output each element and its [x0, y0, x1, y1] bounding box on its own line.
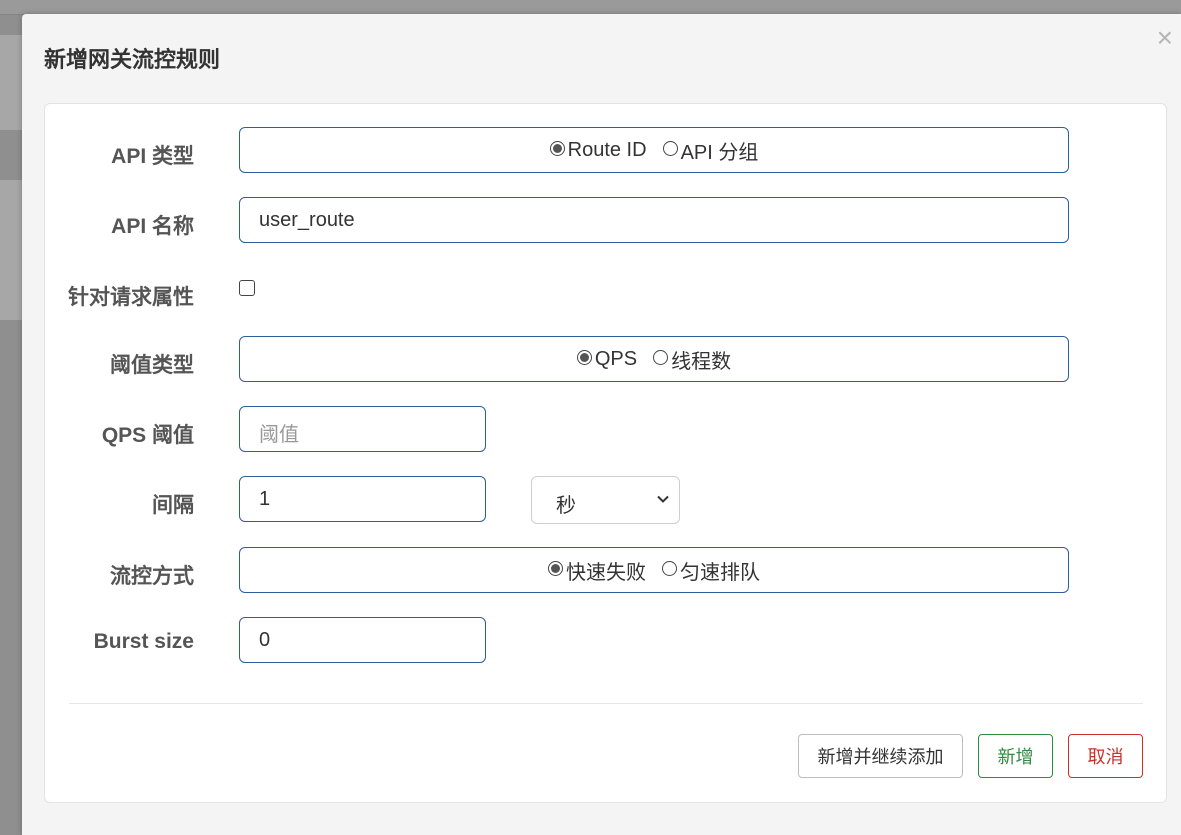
backdrop-strip [0, 35, 22, 130]
qps-threshold-placeholder: 阈值 [259, 424, 299, 446]
form-panel: API 类型 Route ID API 分组 API 名称 user_route… [44, 103, 1167, 803]
api-type-radio-box: Route ID API 分组 [239, 127, 1069, 173]
interval-unit-value: 秒 [556, 495, 576, 517]
api-type-row: API 类型 Route ID API 分组 [45, 127, 1166, 175]
burst-size-input[interactable]: 0 [239, 617, 486, 663]
burst-size-label: Burst size [93, 630, 194, 653]
backdrop-top-bar [0, 0, 1181, 15]
option-label: 快速失败 [566, 561, 646, 584]
cancel-button[interactable]: 取消 [1068, 734, 1143, 778]
add-button[interactable]: 新增 [978, 734, 1053, 778]
radio-checked-icon[interactable] [548, 560, 563, 576]
interval-unit-select[interactable]: 秒 [531, 476, 680, 524]
api-type-route-id-option[interactable]: Route ID [549, 138, 647, 162]
request-attr-row: 针对请求属性 [45, 268, 1166, 316]
qps-threshold-row: QPS 阈值 阈值 [45, 406, 1166, 454]
add-and-continue-button[interactable]: 新增并继续添加 [798, 734, 963, 778]
threshold-type-radio-box: QPS 线程数 [239, 336, 1069, 382]
option-label: Route ID [567, 138, 647, 161]
interval-label: 间隔 [152, 494, 194, 517]
api-type-label: API 类型 [111, 145, 194, 168]
option-label: API 分组 [680, 141, 759, 164]
option-label: 线程数 [671, 350, 732, 373]
request-attr-checkbox[interactable] [239, 280, 255, 296]
radio-checked-icon[interactable] [549, 140, 565, 156]
interval-row: 间隔 1 秒 [45, 476, 1166, 524]
chevron-down-icon [657, 495, 669, 503]
api-name-label: API 名称 [111, 215, 194, 238]
control-behavior-radio-box: 快速失败 匀速排队 [239, 547, 1069, 593]
control-behavior-fast-fail-option[interactable]: 快速失败 [548, 556, 646, 585]
api-name-value: user_route [259, 209, 355, 231]
threshold-type-label: 阈值类型 [110, 354, 194, 377]
radio-unchecked-icon[interactable] [662, 140, 678, 156]
dialog-title: 新增网关流控规则 [44, 47, 221, 72]
add-gateway-flow-rule-dialog: 新增网关流控规则 × API 类型 Route ID API 分组 API 名称… [22, 14, 1181, 835]
interval-value: 1 [259, 488, 271, 510]
control-behavior-queue-option[interactable]: 匀速排队 [662, 556, 760, 585]
radio-unchecked-icon[interactable] [662, 560, 677, 576]
qps-threshold-label: QPS 阈值 [101, 424, 194, 447]
control-behavior-label: 流控方式 [110, 565, 194, 588]
option-label: QPS [594, 347, 638, 370]
api-name-input[interactable]: user_route [239, 197, 1069, 243]
footer-divider [69, 703, 1143, 704]
option-label: 匀速排队 [680, 561, 760, 584]
control-behavior-row: 流控方式 快速失败 匀速排队 [45, 547, 1166, 595]
threshold-type-thread-option[interactable]: 线程数 [653, 345, 731, 374]
burst-size-value: 0 [259, 629, 271, 651]
threshold-type-row: 阈值类型 QPS 线程数 [45, 336, 1166, 384]
api-type-api-group-option[interactable]: API 分组 [662, 136, 759, 165]
burst-size-row: Burst size 0 [45, 617, 1166, 665]
backdrop-strip [0, 180, 22, 320]
radio-unchecked-icon[interactable] [653, 349, 669, 365]
request-attr-label: 针对请求属性 [68, 286, 194, 309]
radio-checked-icon[interactable] [576, 349, 592, 365]
threshold-type-qps-option[interactable]: QPS [576, 347, 638, 371]
close-icon[interactable]: × [1157, 24, 1173, 52]
interval-input[interactable]: 1 [239, 476, 486, 522]
qps-threshold-input[interactable]: 阈值 [239, 406, 486, 452]
api-name-row: API 名称 user_route [45, 197, 1166, 245]
